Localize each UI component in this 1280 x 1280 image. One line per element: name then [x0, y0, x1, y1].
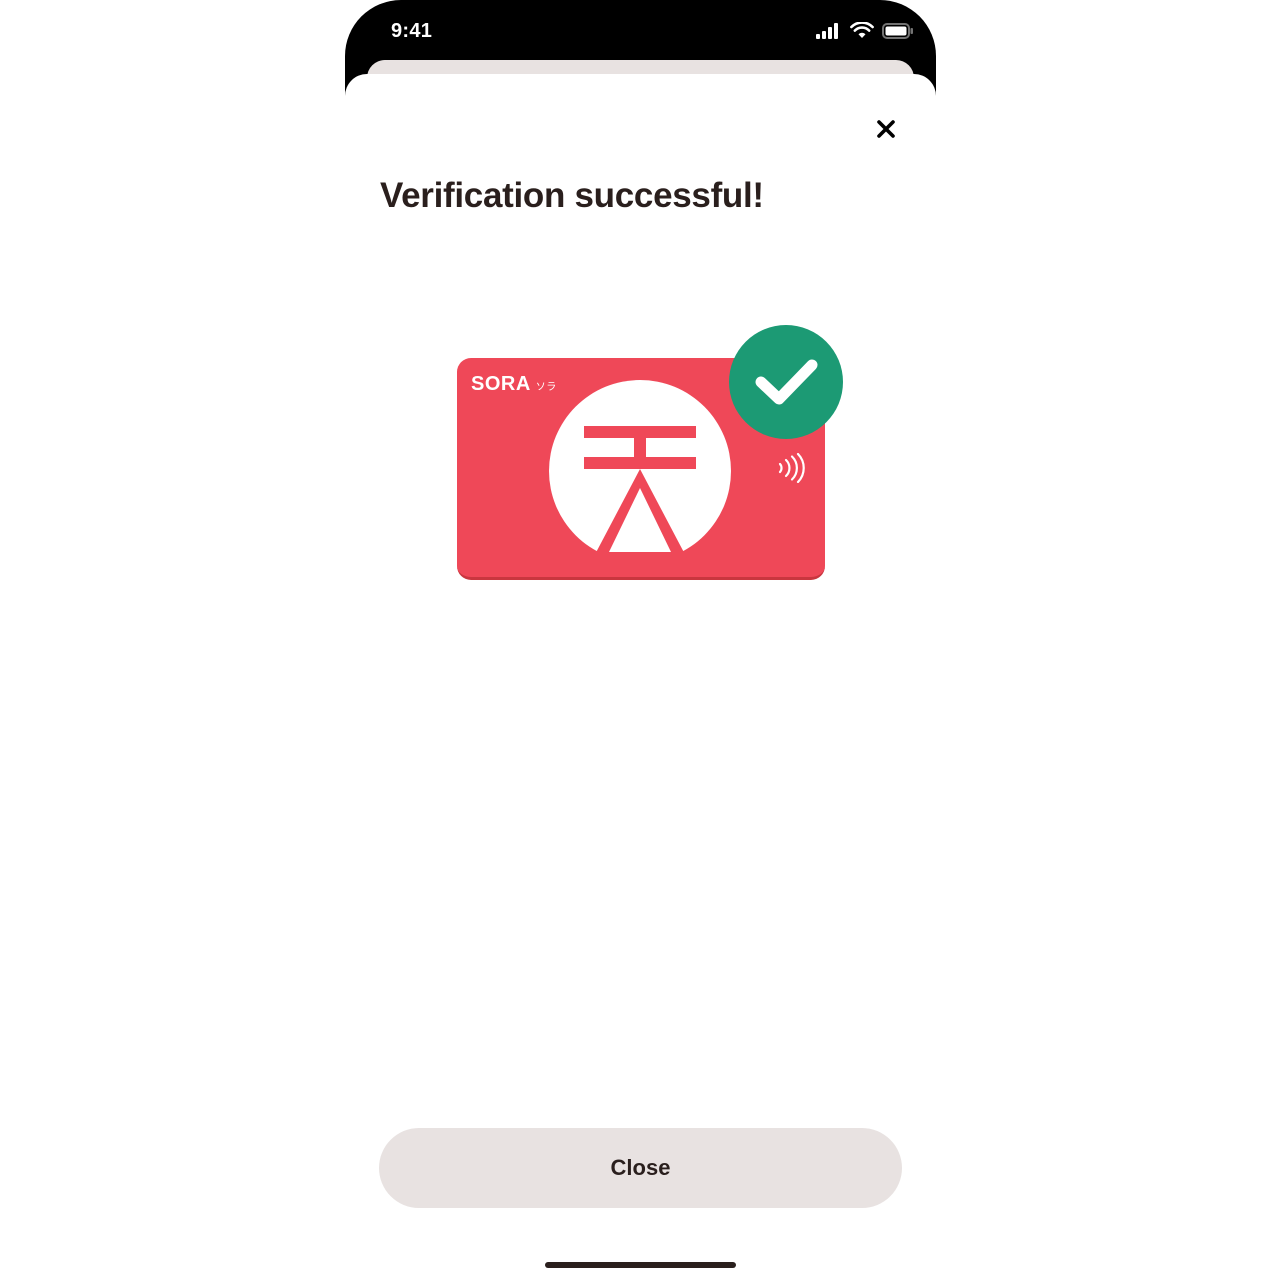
phone-screen: 9:41 Verification successful! SORA ソラ Cl…: [345, 0, 936, 1280]
card-brand-name: SORA: [471, 373, 531, 395]
contactless-icon: [778, 453, 805, 483]
status-time: 9:41: [391, 20, 433, 42]
cellular-signal-icon: [816, 22, 838, 39]
battery-icon: [882, 22, 913, 39]
close-button[interactable]: Close: [379, 1128, 902, 1208]
check-icon: [729, 325, 843, 439]
home-indicator: [545, 1262, 736, 1268]
status-icons: [816, 22, 914, 39]
page-title: Verification successful!: [380, 176, 764, 215]
card-brand: SORA ソラ: [471, 373, 557, 396]
wifi-icon: [850, 22, 874, 38]
card-illustration: SORA ソラ: [457, 324, 847, 584]
verification-sheet: Verification successful! SORA ソラ Close: [345, 74, 936, 1280]
close-icon[interactable]: [871, 114, 901, 144]
sora-logo-icon: [549, 380, 731, 562]
